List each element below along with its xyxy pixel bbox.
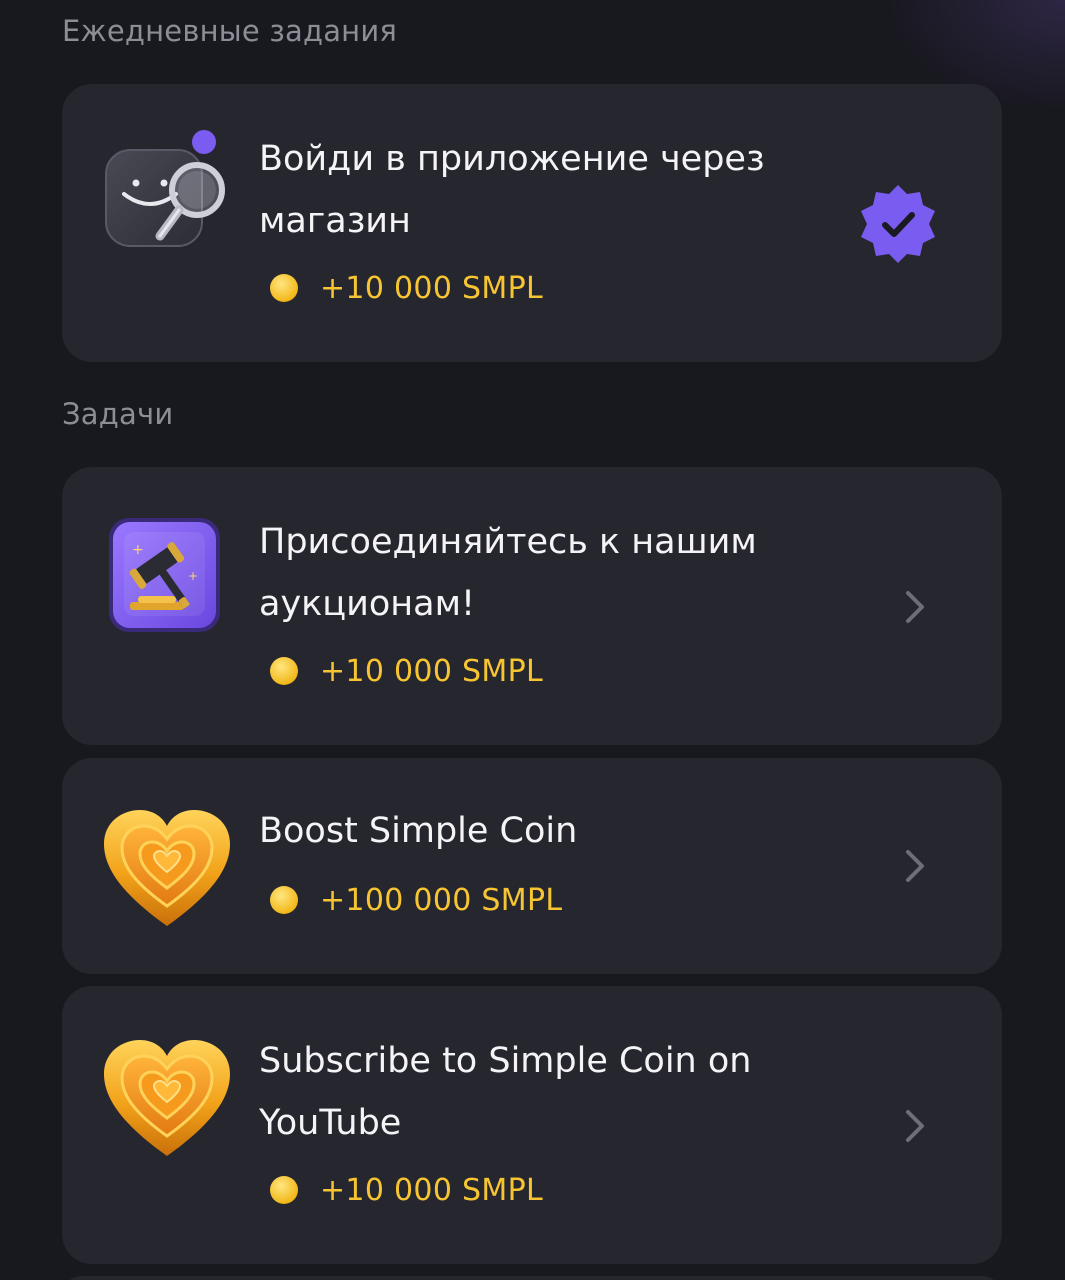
coin-icon bbox=[270, 1176, 298, 1204]
reward-amount: +10 000 SMPL bbox=[320, 1172, 543, 1208]
task-title-line: аукционам! bbox=[259, 584, 476, 624]
reward-amount: +10 000 SMPL bbox=[320, 653, 543, 689]
section-title-daily: Ежедневные задания bbox=[62, 14, 398, 48]
reward-row: +10 000 SMPL bbox=[270, 1170, 543, 1210]
golden-heart-icon bbox=[102, 806, 232, 936]
section-title-tasks: Задачи bbox=[62, 397, 174, 431]
coin-icon bbox=[270, 657, 298, 685]
svg-text:+: + bbox=[132, 542, 144, 558]
chevron-right-icon[interactable] bbox=[900, 1106, 930, 1146]
coin-icon bbox=[270, 886, 298, 914]
coin-icon bbox=[270, 274, 298, 302]
chevron-right-icon[interactable] bbox=[900, 846, 930, 886]
chevron-right-icon[interactable] bbox=[900, 587, 930, 627]
reward-row: +100 000 SMPL bbox=[270, 880, 562, 920]
task-title: Войди в приложение через магазин bbox=[259, 128, 859, 252]
reward-row: +10 000 SMPL bbox=[270, 651, 543, 691]
golden-heart-icon bbox=[102, 1036, 232, 1166]
task-card-youtube[interactable]: Subscribe to Simple Coin on YouTube +10 … bbox=[62, 986, 1002, 1264]
task-card-auctions[interactable]: + + Присоединяйтесь к нашим аукционам! +… bbox=[62, 467, 1002, 745]
task-title-line: магазин bbox=[259, 201, 411, 241]
svg-text:+: + bbox=[188, 569, 198, 583]
auction-gavel-icon: + + bbox=[102, 518, 232, 648]
task-title-line: Boost Simple Coin bbox=[259, 811, 578, 851]
task-title: Subscribe to Simple Coin on YouTube bbox=[259, 1030, 859, 1154]
task-title-line: Subscribe to Simple Coin on bbox=[259, 1041, 752, 1081]
completed-check-badge-icon bbox=[861, 185, 935, 263]
smiley-magnifier-icon bbox=[102, 128, 232, 258]
tasks-page: Ежедневные задания Войди в приложение че… bbox=[0, 0, 1065, 1280]
task-card-boost[interactable]: Boost Simple Coin +100 000 SMPL bbox=[62, 758, 1002, 974]
task-title: Boost Simple Coin bbox=[259, 800, 859, 862]
task-title-line: YouTube bbox=[259, 1103, 402, 1143]
reward-amount: +10 000 SMPL bbox=[320, 270, 543, 306]
task-card-next-partial[interactable] bbox=[62, 1276, 1002, 1280]
reward-amount: +100 000 SMPL bbox=[320, 882, 563, 918]
task-title-line: Войди в приложение через bbox=[259, 139, 765, 179]
reward-row: +10 000 SMPL bbox=[270, 268, 543, 308]
task-card-store-login[interactable]: Войди в приложение через магазин +10 000… bbox=[62, 84, 1002, 362]
task-title-line: Присоединяйтесь к нашим bbox=[259, 522, 757, 562]
task-title: Присоединяйтесь к нашим аукционам! bbox=[259, 511, 859, 635]
